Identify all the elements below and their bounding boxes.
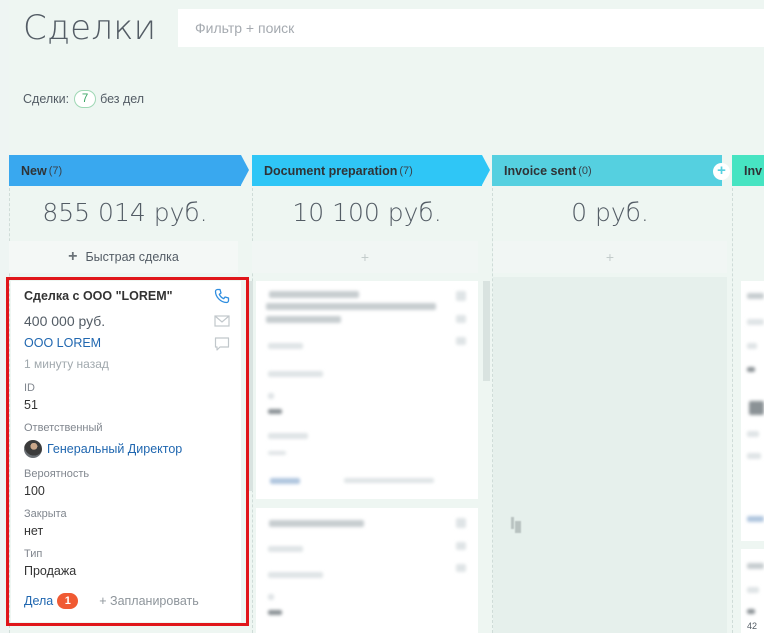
column-sum-invoice-sent: 0 руб. [571,198,649,227]
deal-card-blurred[interactable]: 42 [741,549,764,633]
stage-header-invoice-sent[interactable]: Invoice sent (0) [492,155,722,186]
column-separator [732,188,733,633]
counter-label: Сделки: [23,92,70,106]
partial-number: 42 [747,621,758,631]
column-drop-area [493,277,727,633]
deal-card-blurred[interactable] [256,281,478,499]
column-sum-new: 855 014 руб. [42,198,208,227]
stage-name: Invoice sent [504,163,577,178]
drag-hand-icon [509,517,523,535]
stage-count: (0) [578,164,592,177]
counter-suffix: без дел [100,92,145,106]
stage-name: Document preparation [264,163,398,178]
stage-name: New [21,163,47,178]
add-stage-icon[interactable]: + [713,163,730,180]
page-title: Сделки [23,8,157,48]
column-sum-document-preparation: 10 100 руб. [292,198,442,227]
quick-deal-button[interactable]: + Быстрая сделка [9,241,238,273]
highlight-frame [6,277,249,626]
search-input[interactable] [178,9,764,47]
quick-deal-label: Быстрая сделка [85,250,179,264]
stage-count: (7) [48,164,63,177]
column-scrollbar[interactable] [249,281,253,491]
stage-header-new[interactable]: New (7) [9,155,249,186]
stage-name: Inv [744,163,763,178]
deals-counter: Сделки: 7 без дел [23,90,144,108]
deal-card-blurred[interactable] [256,508,478,633]
stage-count: (7) [399,164,413,177]
counter-badge[interactable]: 7 [74,90,97,108]
deal-card-blurred[interactable] [741,281,764,541]
column-scrollbar[interactable] [483,281,490,381]
stage-header-next[interactable]: Inv [732,155,764,186]
plus-icon: + [68,248,78,265]
stage-header-document-preparation[interactable]: Document preparation (7) [252,155,490,186]
quick-deal-button-placeholder[interactable]: + [493,241,727,273]
search-box[interactable] [178,9,764,47]
quick-deal-button-placeholder[interactable]: + [252,241,478,273]
